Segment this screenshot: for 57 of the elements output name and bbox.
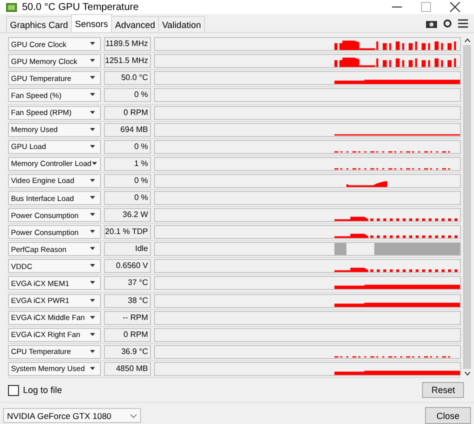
log-checkbox[interactable] xyxy=(8,384,19,396)
scroll-down-icon[interactable] xyxy=(464,371,470,376)
caret-icon xyxy=(89,350,96,354)
sensor-value: 37 °C xyxy=(104,276,151,290)
sensor-value: 4850 MB xyxy=(104,362,151,376)
tab[interactable]: Sensors xyxy=(71,14,112,32)
sensor-value: 0 % xyxy=(104,140,151,154)
scroll-up-icon[interactable] xyxy=(464,38,470,44)
sensor-value: 0 RPM xyxy=(104,106,151,120)
caret-icon xyxy=(89,247,96,252)
sensor-value: Idle xyxy=(104,242,151,256)
caret-icon xyxy=(89,76,96,80)
sensor-value: 1189.5 MHz xyxy=(104,37,151,52)
caret-icon xyxy=(89,264,96,268)
sensor-value: 0 RPM xyxy=(104,328,151,342)
checkbox-label: Log to file xyxy=(23,385,62,395)
caret-icon xyxy=(89,298,96,303)
sensor-value: 0 % xyxy=(104,174,151,188)
sensor-value: 50.0 °C xyxy=(104,71,151,86)
scrollbar[interactable] xyxy=(462,36,472,378)
gpu-select[interactable]: NVIDIA GeForce GTX 1080 xyxy=(3,408,141,423)
sensor-value: 694 MB xyxy=(104,122,151,137)
caret-icon xyxy=(89,196,96,200)
sensor-value: 0 % xyxy=(104,191,151,206)
chevron-icon xyxy=(130,414,137,418)
caret-icon xyxy=(89,42,96,46)
sensor-value: 36.2 W xyxy=(104,208,151,222)
sensor-value: 38 °C xyxy=(104,294,151,308)
sensor-value: 1 % xyxy=(104,156,151,171)
caret-icon xyxy=(89,128,96,132)
caret-icon xyxy=(89,110,96,115)
sensor-value: 0.6560 V xyxy=(104,259,151,274)
sensor-value: 1251.5 MHz xyxy=(104,54,151,68)
caret-icon xyxy=(89,332,96,337)
sensor-value: 36.9 °C xyxy=(104,344,151,359)
camera-icon[interactable] xyxy=(426,20,437,28)
caret-icon xyxy=(89,213,96,218)
sensor-value: -- RPM xyxy=(104,310,151,325)
close-button[interactable]: Close xyxy=(425,407,471,424)
sensor-value: 0 % xyxy=(104,88,151,102)
close-icon[interactable] xyxy=(450,2,460,12)
tab[interactable]: Validation xyxy=(158,16,205,32)
caret-icon xyxy=(89,93,96,98)
tab[interactable]: Graphics Card xyxy=(6,16,72,32)
window-title: 50.0 °C GPU Temperature xyxy=(22,2,140,13)
menu-icon[interactable] xyxy=(458,19,468,28)
app-icon xyxy=(6,2,17,12)
reset-button[interactable]: Reset xyxy=(422,382,464,398)
caret-icon xyxy=(89,366,96,371)
caret-icon xyxy=(89,281,96,286)
caret-icon xyxy=(89,178,96,183)
caret-icon xyxy=(89,230,96,234)
caret-icon xyxy=(89,316,96,320)
caret-icon xyxy=(91,162,98,166)
caret-icon xyxy=(89,59,96,64)
caret-icon xyxy=(89,144,96,149)
sensor-value: 20.1 % TDP xyxy=(104,225,151,240)
